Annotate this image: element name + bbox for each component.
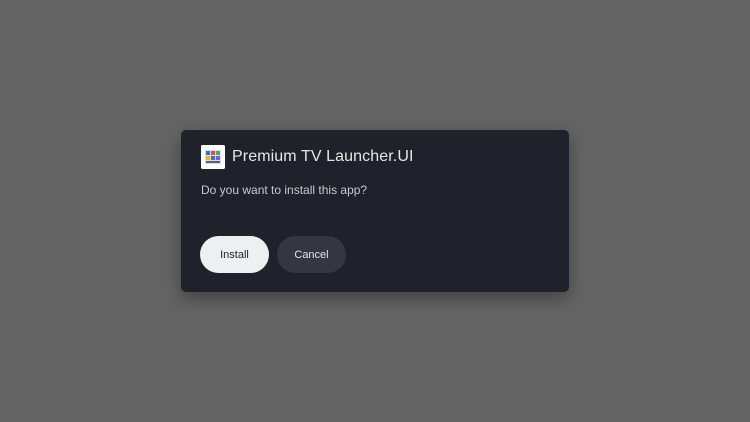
cancel-button[interactable]: Cancel: [277, 236, 346, 273]
install-button[interactable]: Install: [200, 236, 269, 273]
dialog-header: Premium TV Launcher.UI: [201, 145, 414, 169]
dialog-actions: Install Cancel: [200, 236, 346, 273]
install-dialog: Premium TV Launcher.UI Do you want to in…: [181, 130, 569, 292]
launcher-app-icon: [201, 145, 225, 169]
install-prompt-text: Do you want to install this app?: [201, 183, 368, 197]
app-title: Premium TV Launcher.UI: [232, 148, 414, 165]
